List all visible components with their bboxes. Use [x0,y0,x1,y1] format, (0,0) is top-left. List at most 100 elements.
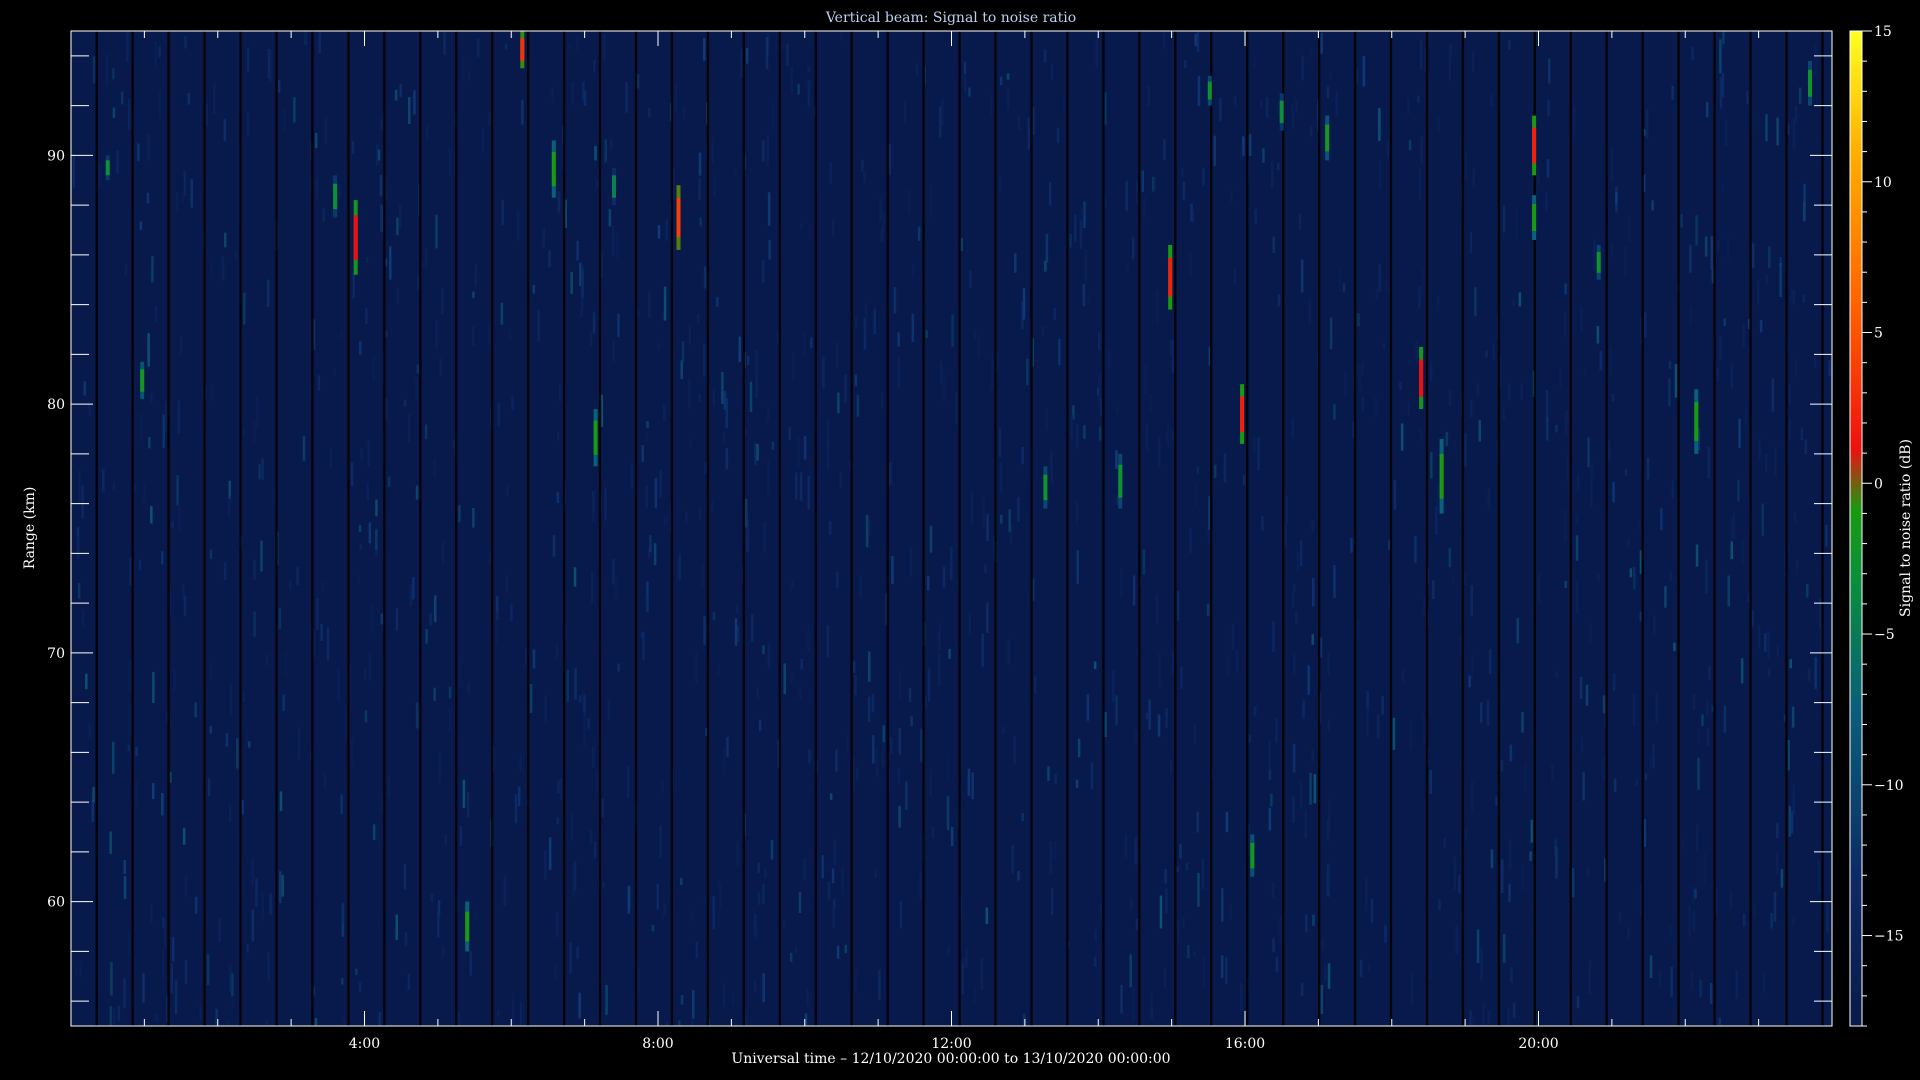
noise-streak [1013,736,1016,765]
noise-streak [296,566,299,586]
data-gap [455,31,458,1026]
noise-streak [471,326,475,346]
noise-streak [1090,762,1094,789]
noise-streak [1566,455,1570,483]
noise-streak [1292,653,1296,676]
noise-streak [1643,819,1647,847]
noise-streak [965,948,968,968]
noise-streak [293,97,296,123]
noise-streak [837,392,840,414]
echo-core [1694,402,1699,441]
noise-streak [1546,159,1550,178]
noise-streak [1043,49,1047,63]
noise-streak [573,567,577,587]
noise-streak [1624,245,1627,277]
noise-streak [637,310,640,318]
noise-streak [1453,440,1456,450]
noise-streak [514,793,518,824]
noise-streak [951,314,954,347]
noise-streak [1358,364,1361,390]
noise-streak [521,99,524,125]
noise-streak [112,741,115,774]
noise-streak [1628,215,1631,242]
noise-streak [986,602,989,633]
noise-streak [960,238,963,251]
noise-streak [841,866,844,895]
noise-streak [1147,85,1151,106]
noise-streak [596,770,599,794]
noise-streak [1302,699,1305,719]
noise-streak [1555,425,1558,433]
noise-streak [255,395,259,428]
noise-streak [1058,338,1061,366]
noise-streak [836,571,839,588]
noise-streak [1108,349,1111,370]
noise-streak [516,210,520,242]
noise-streak [323,773,327,789]
echo-mark [1532,195,1537,240]
noise-streak [1407,401,1410,415]
noise-streak [1300,983,1304,996]
noise-streak [854,968,857,995]
noise-streak [721,372,724,404]
data-gap [1102,31,1105,1026]
noise-streak [745,428,748,436]
noise-streak [753,980,757,993]
noise-streak [1744,407,1748,423]
noise-streak [808,749,811,764]
noise-streak [1448,548,1452,568]
noise-streak [593,841,597,858]
noise-streak [1718,1017,1721,1025]
data-gap [167,31,170,1026]
noise-streak [1159,895,1163,929]
echo-core [1808,69,1812,97]
echo-core [1325,124,1330,152]
noise-streak [1335,90,1338,117]
noise-streak [1472,168,1475,187]
noise-streak [571,81,574,105]
noise-streak [1415,339,1418,366]
noise-streak [380,613,383,625]
noise-streak [1422,715,1426,745]
data-gap [1677,31,1680,1026]
noise-streak [1502,409,1505,421]
noise-streak [1221,888,1224,922]
noise-streak [1480,702,1483,723]
noise-streak [1530,819,1534,843]
noise-streak [1789,659,1792,669]
noise-streak [314,1018,318,1026]
noise-streak [1219,98,1222,122]
noise-streak [1468,675,1471,688]
noise-streak [716,297,719,307]
noise-streak [1275,718,1278,744]
noise-streak [1098,426,1102,441]
noise-streak [1268,769,1272,781]
noise-streak [1732,512,1736,540]
noise-streak [1291,590,1294,607]
noise-streak [648,291,651,318]
noise-streak [1742,323,1746,348]
noise-streak [984,564,987,573]
noise-streak [1093,661,1097,670]
noise-streak [1455,925,1459,955]
noise-streak [1471,781,1474,814]
noise-streak [897,768,901,784]
chart-title: Vertical beam: Signal to noise ratio [825,10,1076,26]
noise-streak [1529,851,1532,861]
noise-streak [1793,512,1797,523]
noise-streak [1476,383,1480,397]
noise-streak [366,481,369,501]
noise-streak [602,34,606,60]
noise-streak [213,82,216,115]
noise-streak [1291,104,1294,129]
noise-streak [329,448,333,467]
noise-streak [998,428,1002,458]
noise-streak [1044,260,1047,272]
noise-streak [1045,233,1049,263]
noise-streak [969,270,972,288]
noise-streak [1045,407,1049,431]
noise-streak [135,781,138,807]
data-gap [311,31,314,1026]
noise-streak [788,427,791,441]
noise-streak [442,540,445,566]
